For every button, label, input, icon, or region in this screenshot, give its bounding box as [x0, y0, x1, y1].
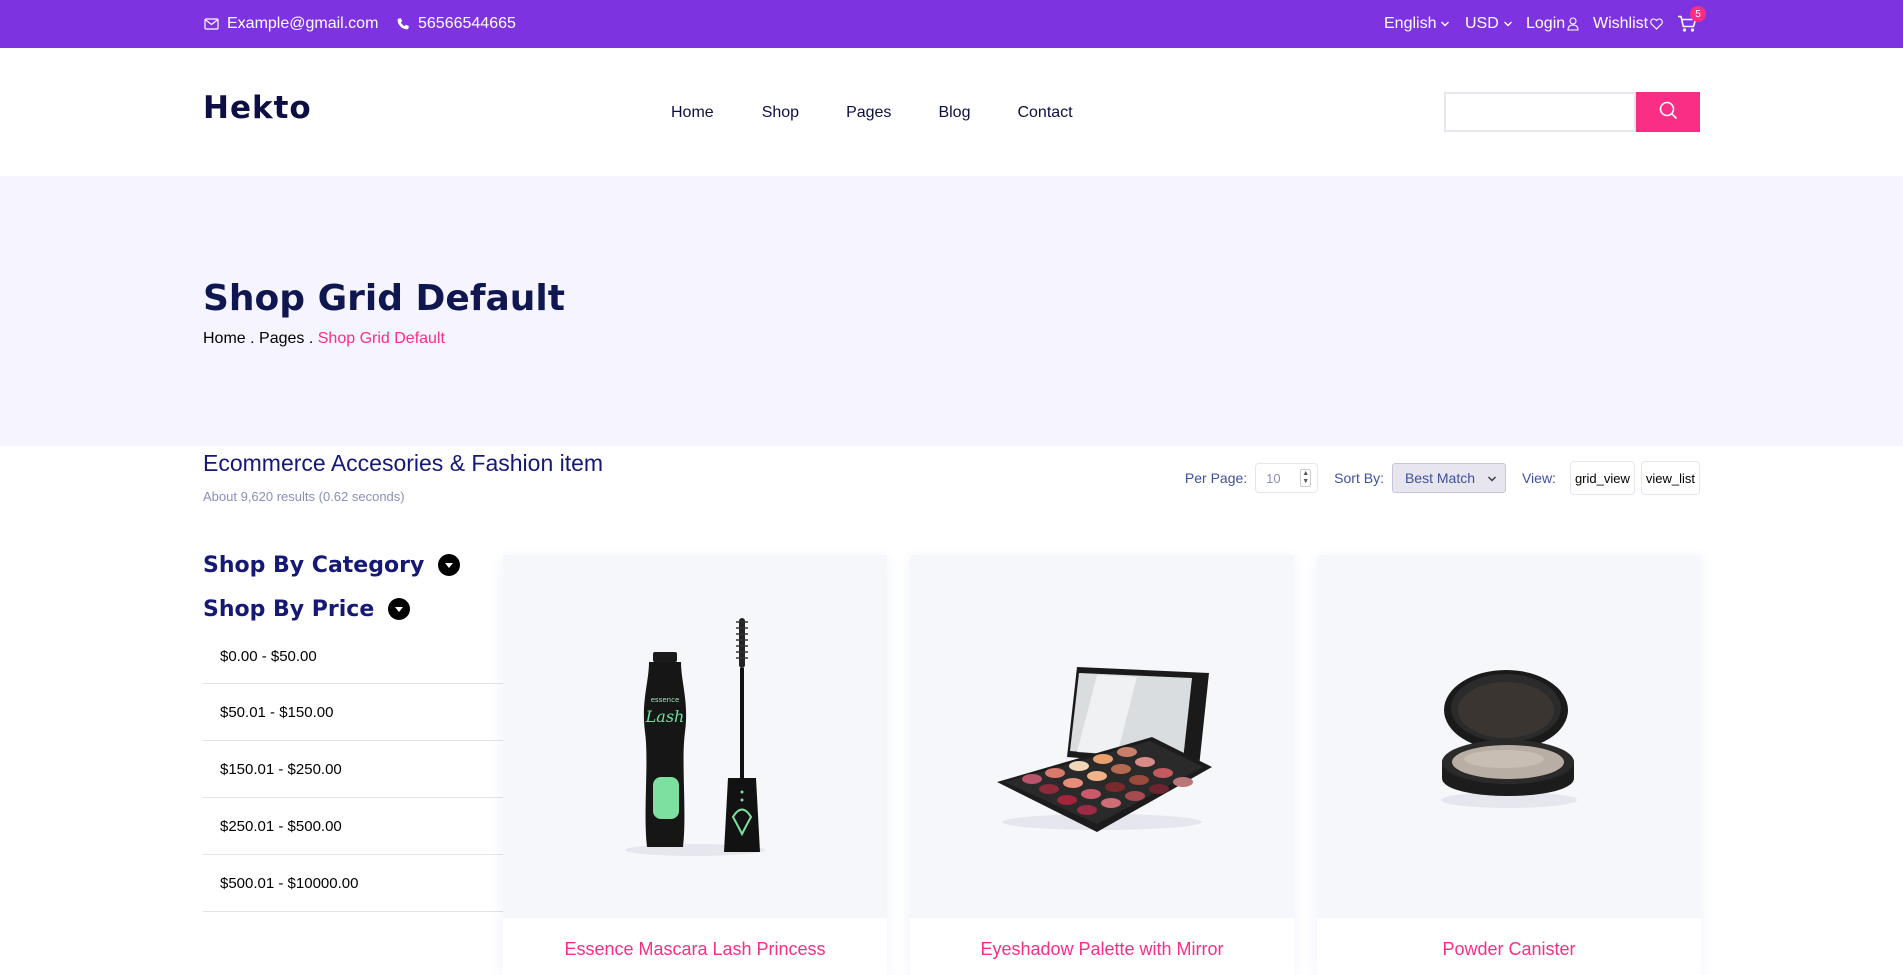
sort-select[interactable]: Best Match [1391, 463, 1506, 493]
breadcrumb: Home . Pages . Shop Grid Default [203, 330, 445, 348]
contact-email[interactable]: Example@gmail.com [204, 0, 378, 48]
nav-shop[interactable]: Shop [762, 104, 799, 122]
chevron-down-icon [1487, 470, 1497, 486]
product-title[interactable]: Essence Mascara Lash Princess [503, 939, 887, 960]
sort-value: Best Match [1404, 470, 1475, 486]
email-text: Example@gmail.com [227, 15, 379, 32]
language-select[interactable]: English [1384, 0, 1450, 48]
price-option[interactable]: $500.01 - $10000.00 [203, 855, 503, 912]
search-bar [1444, 92, 1700, 132]
sort-label: Sort By: [1334, 470, 1384, 486]
price-option[interactable]: $150.01 - $250.00 [203, 741, 503, 798]
breadcrumb-separator: . [308, 330, 318, 347]
nav-contact[interactable]: Contact [1017, 104, 1072, 122]
price-heading: Shop By Price [203, 596, 375, 622]
breadcrumb-pages[interactable]: Pages [259, 330, 304, 347]
product-title[interactable]: Powder Canister [1317, 939, 1701, 960]
product-card[interactable]: Lash essence Essence Mascara Lash Prince… [503, 555, 887, 975]
breadcrumb-current: Shop Grid Default [317, 330, 445, 347]
listing-heading: Ecommerce Accesories & Fashion item [203, 450, 604, 476]
stepper-arrows-icon[interactable]: ▲ ▼ [1300, 469, 1312, 487]
price-filter-toggle[interactable]: Shop By Price [203, 594, 503, 624]
main-nav: Home Shop Pages Blog Contact [671, 104, 1073, 122]
login-label: Login [1526, 15, 1566, 32]
chevron-down-icon [1440, 20, 1450, 28]
chevron-down-icon [1503, 20, 1513, 28]
svg-text:essence: essence [651, 696, 680, 704]
breadcrumb-home[interactable]: Home [203, 330, 246, 347]
currency-select[interactable]: USD [1465, 0, 1513, 48]
product-card[interactable]: Eyeshadow Palette with Mirror [910, 555, 1294, 975]
chevron-down-circle-icon [388, 598, 411, 620]
search-button[interactable] [1636, 92, 1700, 132]
grid-view-button[interactable]: grid_view [1569, 461, 1635, 495]
svg-text:Lash: Lash [645, 707, 685, 726]
price-option[interactable]: $0.00 - $50.00 [203, 638, 503, 684]
product-image-eyeshadow-palette[interactable] [910, 555, 1294, 918]
category-heading: Shop By Category [203, 552, 425, 578]
price-option[interactable]: $50.01 - $150.00 [203, 684, 503, 741]
wishlist-link[interactable]: Wishlist [1593, 0, 1663, 48]
login-link[interactable]: Login [1526, 0, 1579, 48]
search-icon [1658, 100, 1678, 125]
user-icon [1567, 17, 1579, 31]
price-option[interactable]: $250.01 - $500.00 [203, 798, 503, 855]
page-banner: Shop Grid Default Home . Pages . Shop Gr… [0, 176, 1903, 446]
page-title: Shop Grid Default [203, 278, 565, 319]
cart-icon: 5 [1677, 6, 1706, 33]
mail-icon [204, 18, 219, 30]
site-logo[interactable]: Hekto [203, 90, 312, 126]
breadcrumb-separator: . [250, 330, 260, 347]
listing-controls: Per Page: 10 ▲ ▼ Sort By: Best Match View… [1185, 461, 1700, 495]
filter-sidebar: Shop By Category Shop By Price $0.00 - $… [203, 550, 503, 912]
results-count: About 9,620 results (0.62 seconds) [203, 489, 405, 504]
top-bar: Example@gmail.com 56566544665 English US… [0, 0, 1903, 48]
search-input[interactable] [1444, 92, 1636, 132]
product-image-mascara[interactable]: Lash essence [503, 555, 887, 918]
list-view-button[interactable]: view_list [1640, 461, 1700, 495]
nav-blog[interactable]: Blog [938, 104, 970, 122]
main-header: Hekto Home Shop Pages Blog Contact [0, 48, 1903, 176]
per-page-label: Per Page: [1184, 470, 1248, 486]
view-label: View: [1521, 470, 1556, 486]
currency-label: USD [1465, 15, 1499, 32]
language-label: English [1384, 15, 1437, 32]
price-list: $0.00 - $50.00 $50.01 - $150.00 $150.01 … [203, 638, 503, 912]
category-filter-toggle[interactable]: Shop By Category [203, 550, 503, 580]
phone-icon [396, 17, 410, 31]
contact-phone[interactable]: 56566544665 [396, 0, 516, 48]
per-page-value: 10 [1266, 470, 1281, 486]
wishlist-label: Wishlist [1593, 15, 1649, 32]
heart-icon [1650, 18, 1663, 30]
per-page-input[interactable]: 10 ▲ ▼ [1255, 463, 1319, 493]
nav-pages[interactable]: Pages [846, 104, 891, 122]
product-card[interactable]: Powder Canister [1317, 555, 1701, 975]
nav-home[interactable]: Home [671, 104, 714, 122]
cart-button[interactable]: 5 [1677, 0, 1706, 48]
cart-count-badge: 5 [1690, 6, 1706, 22]
product-image-powder-canister[interactable] [1317, 555, 1701, 918]
chevron-down-circle-icon [438, 554, 461, 576]
product-title[interactable]: Eyeshadow Palette with Mirror [910, 939, 1294, 960]
phone-text: 56566544665 [418, 15, 516, 32]
